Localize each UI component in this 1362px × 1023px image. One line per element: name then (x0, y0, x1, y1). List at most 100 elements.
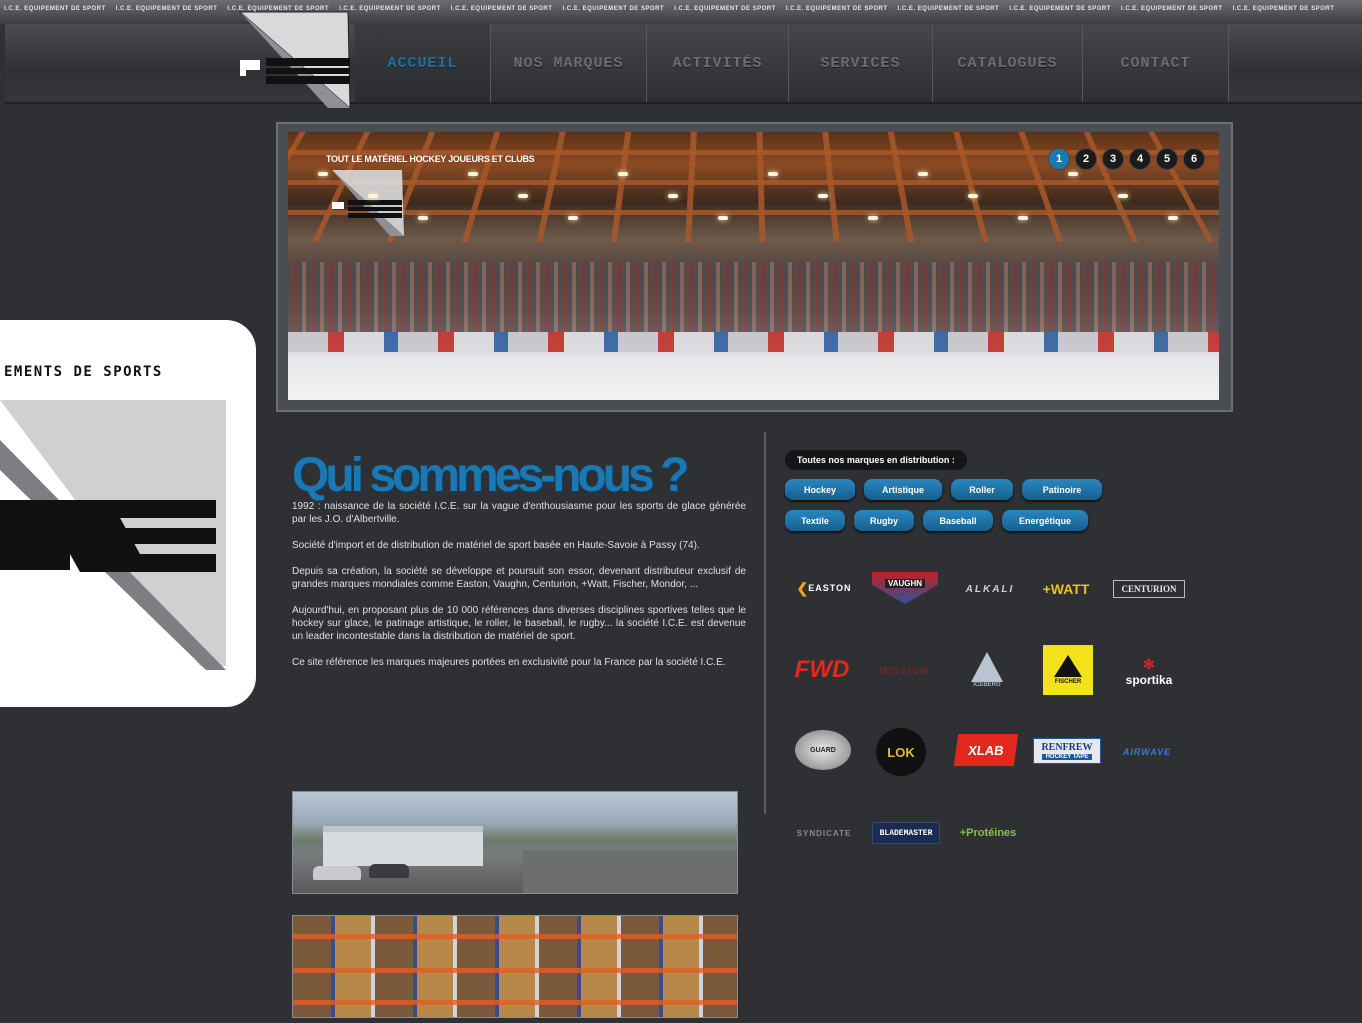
about-paragraph: 1992 : naissance de la société I.C.E. su… (292, 501, 746, 525)
about-paragraph: Société d'import et de distribution de m… (292, 540, 700, 551)
ceiling-light (1168, 216, 1178, 220)
ticker-text: I.C.E. EQUIPEMENT DE SPORT (897, 6, 1000, 12)
category-button-patinoire[interactable]: Patinoire (1022, 479, 1102, 500)
hero-slider: Tout le matériel hockey joueurs et clubs… (276, 122, 1233, 412)
hero-crowd (288, 262, 1219, 332)
side-ice-logo (0, 400, 226, 670)
car-shape (369, 864, 409, 878)
ticker-text: I.C.E. EQUIPEMENT DE SPORT (115, 6, 218, 12)
nav-item-nos-marques[interactable]: Nos marques (491, 24, 647, 102)
brand-alkali-logo[interactable]: ALKALI (954, 580, 1026, 598)
slide-dots: 123456 (1048, 148, 1205, 170)
slide-dot-5[interactable]: 5 (1156, 148, 1178, 170)
category-button-energétique[interactable]: Energétique (1002, 510, 1088, 531)
iceberg-icon (971, 652, 1003, 682)
ceiling-light (518, 194, 528, 198)
hero-boards (288, 332, 1219, 352)
slide-dot-1[interactable]: 1 (1048, 148, 1070, 170)
fischer-icon (1054, 655, 1082, 677)
ticker-text: I.C.E. EQUIPEMENT DE SPORT (4, 6, 106, 12)
shelf-shape (293, 934, 737, 939)
ticker-text: I.C.E. EQUIPEMENT DE SPORT (1009, 6, 1111, 12)
ceiling-beam (536, 132, 566, 242)
ceiling-light (1018, 216, 1028, 220)
brand-airwave-logo[interactable]: AIRWAVE (1111, 744, 1183, 760)
brand-guard-logo[interactable]: GUARD (795, 730, 851, 770)
ice-logo[interactable] (232, 8, 362, 124)
ceiling-light (768, 172, 778, 176)
slide-dot-2[interactable]: 2 (1075, 148, 1097, 170)
nav-item-catalogues[interactable]: Catalogues (933, 24, 1083, 102)
brands-heading: Toutes nos marques en distribution : (785, 450, 967, 470)
ceiling-light (468, 172, 478, 176)
category-button-roller[interactable]: Roller (951, 479, 1013, 500)
ceiling-light (318, 172, 328, 176)
about-title: Qui sommes-nous ? (292, 449, 689, 502)
slide-dot-6[interactable]: 6 (1183, 148, 1205, 170)
nav-item-accueil[interactable]: Accueil (355, 24, 491, 102)
brand-iceberg-logo[interactable]: ICEBERG (964, 648, 1010, 692)
brand-lok-logo[interactable]: LOK (876, 728, 926, 776)
nav-item-contact[interactable]: Contact (1083, 24, 1229, 102)
slide-dot-4[interactable]: 4 (1129, 148, 1151, 170)
brand-mission-logo[interactable]: MISSION (866, 662, 942, 680)
category-button-baseball[interactable]: Baseball (923, 510, 993, 531)
category-row-2: Textile Rugby Baseball Energétique (785, 510, 1088, 531)
category-button-artistique[interactable]: Artistique (864, 479, 942, 500)
ticker-text: I.C.E. EQUIPEMENT DE SPORT (785, 6, 888, 12)
hero-image: Tout le matériel hockey joueurs et clubs… (288, 132, 1219, 400)
ticker-text: I.C.E. EQUIPEMENT DE SPORT (1120, 6, 1223, 12)
about-paragraph: Depuis sa création, la société se dévelo… (292, 566, 746, 590)
shelf-shape (293, 968, 737, 973)
category-button-textile[interactable]: Textile (785, 510, 845, 531)
brand-centurion-logo[interactable]: CENTURION (1113, 580, 1185, 598)
ceiling-beam (953, 132, 989, 242)
ceiling-light (818, 194, 828, 198)
brand-fischer-logo[interactable]: FISCHER (1043, 645, 1093, 695)
brand-syndicate-logo[interactable]: SYNDICATE (788, 825, 860, 841)
ceiling-beam (756, 132, 766, 242)
slide-dot-3[interactable]: 3 (1102, 148, 1124, 170)
warehouse-photo (292, 915, 738, 1018)
easton-icon: ❮ (796, 579, 809, 596)
hero-caption: Tout le matériel hockey joueurs et clubs (326, 154, 535, 164)
brand-renfrew-logo[interactable]: RENFREW HOCKEY TAPE (1033, 738, 1101, 764)
brand-vaughn-logo[interactable]: VAUGHN (872, 572, 938, 604)
car-shape (313, 866, 361, 880)
ceiling-light (618, 172, 628, 176)
category-button-rugby[interactable]: Rugby (854, 510, 914, 531)
about-paragraph: Ce site référence les marques majeures p… (292, 657, 726, 668)
ceiling-light (418, 216, 428, 220)
brand-fwd-logo[interactable]: FWD (788, 655, 856, 685)
ceiling-beam (461, 132, 501, 242)
category-row-1: Hockey Artistique Roller Patinoire (785, 479, 1102, 500)
brand-blademaster-logo[interactable]: BLADEMASTER (872, 822, 940, 844)
ceiling-light (718, 216, 728, 220)
ceiling-beam (288, 210, 1219, 215)
ceiling-light (1118, 194, 1128, 198)
hero-logo (332, 170, 404, 236)
brand-easton-logo[interactable]: ❮ EASTON (785, 578, 863, 598)
ceiling-light (968, 194, 978, 198)
ceiling-beam (685, 132, 697, 242)
side-tagline: EMENTS DE SPORTS (4, 364, 163, 380)
ceiling-light (868, 216, 878, 220)
building-shape (323, 826, 483, 866)
road-shape (523, 850, 737, 893)
column-divider (764, 432, 766, 814)
ticker-text: I.C.E. EQUIPEMENT DE SPORT (1232, 6, 1335, 12)
brand-sportika-logo[interactable]: ✻ sportika (1113, 654, 1185, 688)
ceiling-beam (610, 132, 632, 242)
ticker-text: I.C.E. EQUIPEMENT DE SPORT (674, 6, 776, 12)
top-ticker: I.C.E. EQUIPEMENT DE SPORT I.C.E. EQUIPEM… (0, 0, 1362, 24)
nav-item-activités[interactable]: Activités (647, 24, 789, 102)
brand-xlab-logo[interactable]: XLAB (953, 734, 1019, 766)
brand-proteines-logo[interactable]: +Protéines (948, 824, 1028, 842)
nav-item-services[interactable]: Services (789, 24, 933, 102)
category-button-hockey[interactable]: Hockey (785, 479, 855, 500)
sportika-icon: ✻ (1143, 655, 1155, 672)
brand-watt-logo[interactable]: +WATT (1030, 578, 1102, 600)
shelf-shape (293, 1000, 737, 1005)
ceiling-light (918, 172, 928, 176)
about-paragraph: Aujourd'hui, en proposant plus de 10 000… (292, 605, 746, 642)
